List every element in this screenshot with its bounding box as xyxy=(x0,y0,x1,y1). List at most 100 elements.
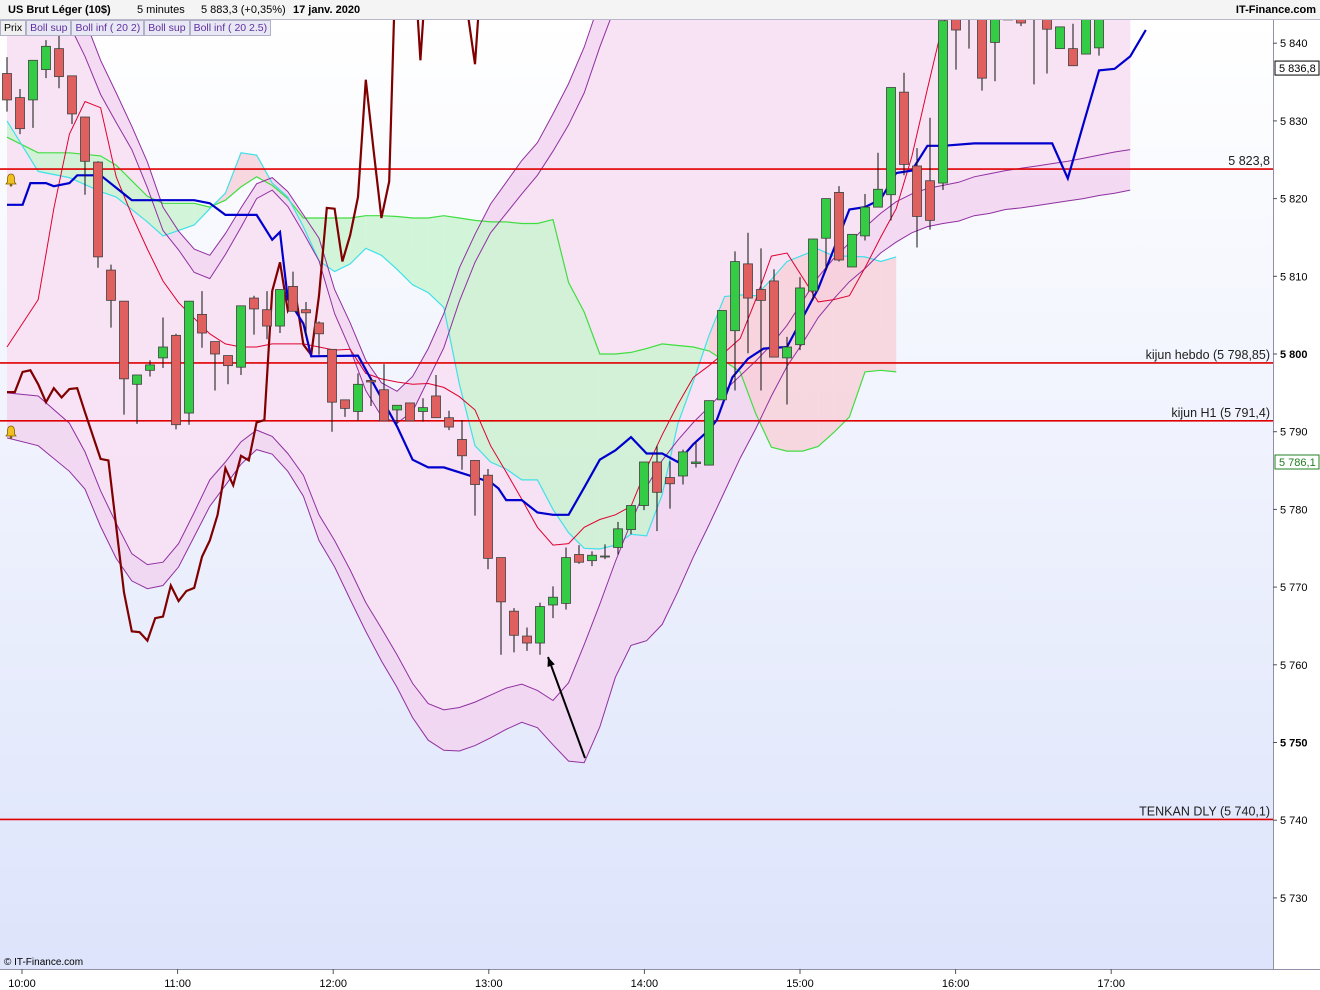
candle-body xyxy=(444,417,454,428)
candle-body xyxy=(171,334,181,426)
candle xyxy=(938,20,948,191)
candle-body xyxy=(860,206,870,237)
candle-body xyxy=(847,233,857,268)
level-label: kijun H1 (5 791,4) xyxy=(1171,406,1270,420)
candle-body xyxy=(223,355,233,367)
candle-body xyxy=(145,364,155,371)
candle xyxy=(847,233,857,268)
candle-body xyxy=(275,289,285,327)
interval-label[interactable]: 5 minutes xyxy=(137,0,185,20)
candle-body xyxy=(574,554,584,563)
candle-body xyxy=(54,48,64,78)
candle-body xyxy=(15,97,25,130)
candle-body xyxy=(717,310,727,401)
candle-body xyxy=(678,451,688,477)
candle-body xyxy=(925,180,935,221)
candle xyxy=(184,300,194,425)
candle-body xyxy=(262,309,272,327)
candle-body xyxy=(184,300,194,414)
candle-body xyxy=(106,269,116,301)
candle xyxy=(769,269,779,358)
cloud-segment xyxy=(428,215,444,308)
x-tick-label: 16:00 xyxy=(942,978,970,990)
candle-body xyxy=(639,461,649,506)
brand-label: IT-Finance.com xyxy=(1235,4,1316,16)
candle-body xyxy=(236,305,246,368)
candle-body xyxy=(67,75,77,115)
x-tick-label: 15:00 xyxy=(786,978,814,990)
candle-body xyxy=(769,280,779,358)
title-bar: US Brut Léger (10$) 5 minutes 5 883,3 (+… xyxy=(0,0,1320,20)
candle-body xyxy=(132,374,142,385)
cloud-segment xyxy=(880,256,897,372)
price-change: 5 883,3 (+0,35%) xyxy=(201,4,286,16)
x-tick-label: 17:00 xyxy=(1097,978,1125,990)
candle-body xyxy=(509,610,519,636)
candle-body xyxy=(912,165,922,217)
y-tick-label: 5 800 xyxy=(1280,349,1308,361)
legend-boll-sup-2[interactable]: Boll sup xyxy=(26,20,72,36)
bell-icon[interactable] xyxy=(4,173,18,187)
candle-body xyxy=(561,557,571,604)
candle-body xyxy=(535,606,545,644)
candle-body xyxy=(704,400,714,466)
cloud-segment xyxy=(537,219,553,510)
x-tick-label: 13:00 xyxy=(475,978,503,990)
cloud-segment xyxy=(568,282,585,549)
legend-prix[interactable]: Prix xyxy=(0,20,27,36)
indicator-legend: Prix Boll sup Boll inf ( 20 2) Boll sup … xyxy=(0,20,272,36)
candle xyxy=(717,310,727,401)
candle-body xyxy=(197,313,207,334)
cloud-segment xyxy=(818,249,834,447)
candle-body xyxy=(782,346,792,359)
bell-icon[interactable] xyxy=(4,425,18,439)
cloud-segment xyxy=(833,256,850,433)
cloud-segment xyxy=(521,223,538,480)
candle-body xyxy=(366,380,376,383)
legend-boll-inf-2[interactable]: Boll inf ( 20 2) xyxy=(71,20,145,36)
candle-body xyxy=(93,161,103,258)
cloud-segment xyxy=(865,256,881,372)
candle-body xyxy=(418,407,428,412)
candle-body xyxy=(756,289,766,301)
candle-body xyxy=(899,91,909,165)
candle-body xyxy=(392,404,402,411)
candle-body xyxy=(2,73,12,101)
x-tick-label: 11:00 xyxy=(164,978,191,990)
x-tick-label: 14:00 xyxy=(631,978,659,990)
candle-body xyxy=(41,45,51,71)
y-tick-label: 5 730 xyxy=(1280,893,1308,905)
y-tick-label: 5 820 xyxy=(1280,194,1308,206)
candle-body xyxy=(938,20,948,184)
candle xyxy=(93,161,103,268)
level-label: TENKAN DLY (5 740,1) xyxy=(1139,804,1270,818)
level-label: kijun hebdo (5 798,85) xyxy=(1146,348,1270,362)
level-label: 5 823,8 xyxy=(1228,154,1270,168)
legend-boll-inf-25[interactable]: Boll inf ( 20 2.5) xyxy=(189,20,272,36)
candle-body xyxy=(158,346,168,359)
candle-body xyxy=(1068,48,1078,67)
candle-body xyxy=(548,596,558,606)
legend-boll-sup-25[interactable]: Boll sup xyxy=(144,20,190,36)
candle xyxy=(236,305,246,375)
candle-body xyxy=(483,474,493,559)
candle-body xyxy=(249,297,259,310)
candle xyxy=(1055,26,1065,50)
candle-body xyxy=(301,309,311,314)
cloud-segment xyxy=(506,221,522,480)
candle-body xyxy=(340,399,350,409)
candle-body xyxy=(405,402,415,422)
cloud-segment xyxy=(475,220,491,463)
symbol-name: US Brut Léger (10$) xyxy=(8,4,111,16)
candle-body xyxy=(691,461,701,464)
x-tick-label: 10:00 xyxy=(8,978,36,990)
candle xyxy=(704,400,714,466)
candle-body xyxy=(808,238,818,292)
candle-body xyxy=(795,287,805,346)
candle-body xyxy=(834,191,844,261)
candle-body xyxy=(626,505,636,531)
candle-body xyxy=(730,261,740,332)
candle xyxy=(171,333,181,430)
y-tick-label: 5 790 xyxy=(1280,427,1308,439)
candle-body xyxy=(379,389,389,422)
